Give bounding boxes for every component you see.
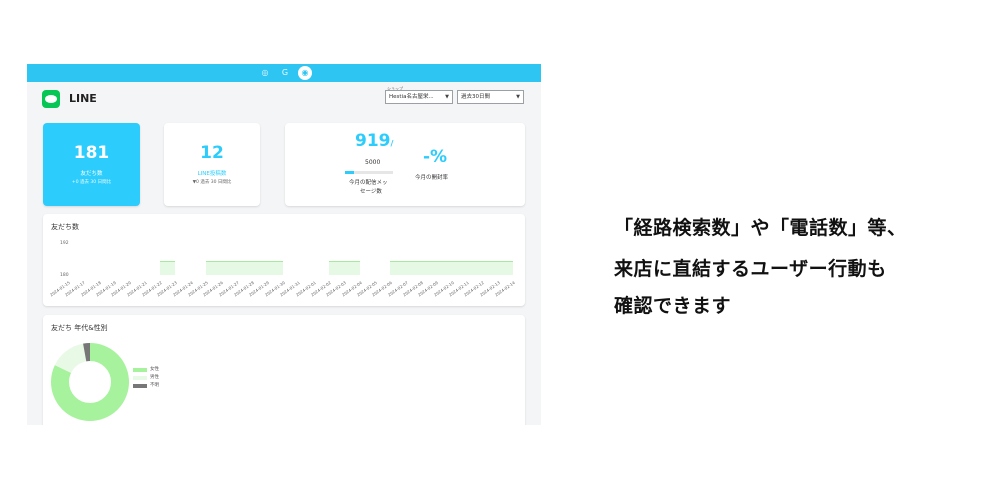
messages-card: 919/ 5000 今月の配信メッ セージ数 -% 今月の開封率 bbox=[285, 123, 525, 206]
instagram-icon[interactable]: ◎ bbox=[259, 67, 271, 79]
line-icon[interactable]: ◉ bbox=[298, 66, 312, 80]
page-title: LINE bbox=[69, 92, 97, 105]
legend-label-female: 女性 bbox=[150, 367, 159, 372]
posts-card: 12 LINE投稿数 ▼0 過去 30 日間比 bbox=[164, 123, 260, 206]
legend-label-unknown: 不明 bbox=[150, 383, 159, 388]
friends-delta: +0 過去 30 日間比 bbox=[71, 180, 112, 185]
messages-progress-fill bbox=[345, 171, 354, 174]
caption-line-1: 「経路検索数」や「電話数」等、 bbox=[614, 217, 907, 239]
line-logo-icon bbox=[42, 90, 60, 108]
demographics-card: 友だち 年代&性別 女性 男性 不明 bbox=[43, 315, 525, 425]
chevron-down-icon: ▼ bbox=[445, 94, 449, 100]
messages-progress bbox=[345, 171, 393, 174]
area-segment bbox=[390, 261, 513, 275]
friends-chart-card: 友だち数 192 180 2024-01-15 2024-01-17 2024-01… bbox=[43, 214, 525, 306]
open-rate-label: 今月の開封率 bbox=[415, 175, 449, 181]
demographics-donut bbox=[51, 343, 129, 421]
caption-line-3: 確認できます bbox=[614, 295, 732, 317]
messages-label-line1: 今月の配信メッ bbox=[349, 180, 388, 186]
store-select[interactable]: Hestia名古屋栄... ▼ bbox=[385, 90, 453, 104]
dashboard-screenshot: ◎ G ◉ LINE ショップ Hestia名古屋栄... ▼ 過去30日間 ▼… bbox=[27, 64, 541, 425]
area-segment bbox=[160, 261, 176, 275]
store-select-value: Hestia名古屋栄... bbox=[389, 94, 434, 100]
period-select-value: 過去30日間 bbox=[461, 94, 490, 100]
area-segment bbox=[206, 261, 283, 275]
posts-label: LINE投稿数 bbox=[197, 171, 227, 177]
messages-limit: 5000 bbox=[365, 159, 381, 166]
friends-count: 181 bbox=[73, 143, 110, 163]
messages-label-line2: セージ数 bbox=[360, 189, 382, 195]
legend-swatch-male bbox=[133, 376, 147, 380]
friends-card: 181 友だち数 +0 過去 30 日間比 bbox=[43, 123, 140, 206]
demographics-title: 友だち 年代&性別 bbox=[51, 324, 108, 332]
legend-swatch-female bbox=[133, 368, 147, 372]
google-icon[interactable]: G bbox=[279, 67, 291, 79]
posts-delta: ▼0 過去 30 日間比 bbox=[192, 180, 232, 185]
friends-chart: 2024-01-15 2024-01-17 2024-01-18 2024-01-19… bbox=[43, 214, 525, 306]
platform-bar: ◎ G ◉ bbox=[27, 64, 541, 82]
posts-count: 12 bbox=[200, 143, 224, 163]
legend-swatch-unknown bbox=[133, 384, 147, 388]
legend-label-male: 男性 bbox=[150, 375, 159, 380]
area-segment bbox=[328, 261, 360, 275]
messages-sent: 919/ bbox=[355, 131, 394, 151]
page-header: LINE ショップ Hestia名古屋栄... ▼ 過去30日間 ▼ bbox=[27, 82, 541, 116]
open-rate-value: -% bbox=[423, 147, 448, 167]
chevron-down-icon: ▼ bbox=[516, 94, 520, 100]
friends-label: 友だち数 bbox=[80, 171, 103, 177]
caption-line-2: 来店に直結するユーザー行動も bbox=[614, 258, 887, 280]
period-select[interactable]: 過去30日間 ▼ bbox=[457, 90, 524, 104]
